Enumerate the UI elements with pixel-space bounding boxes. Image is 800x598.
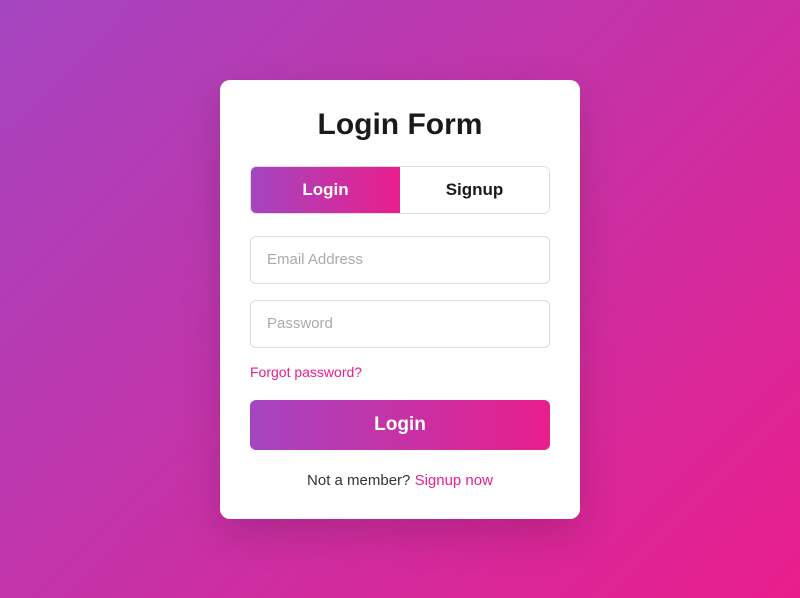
tab-login[interactable]: Login: [251, 167, 400, 213]
signup-footer: Not a member? Signup now: [250, 472, 550, 489]
login-button[interactable]: Login: [250, 400, 550, 450]
email-field[interactable]: [250, 236, 550, 284]
tab-signup[interactable]: Signup: [400, 167, 549, 213]
signup-prompt-text: Not a member?: [307, 472, 415, 489]
login-card: Login Form Login Signup Forgot password?…: [220, 80, 580, 519]
forgot-password-link[interactable]: Forgot password?: [250, 364, 362, 380]
tab-group: Login Signup: [250, 166, 550, 214]
signup-now-link[interactable]: Signup now: [415, 472, 493, 489]
form-title: Login Form: [250, 108, 550, 142]
password-field[interactable]: [250, 300, 550, 348]
